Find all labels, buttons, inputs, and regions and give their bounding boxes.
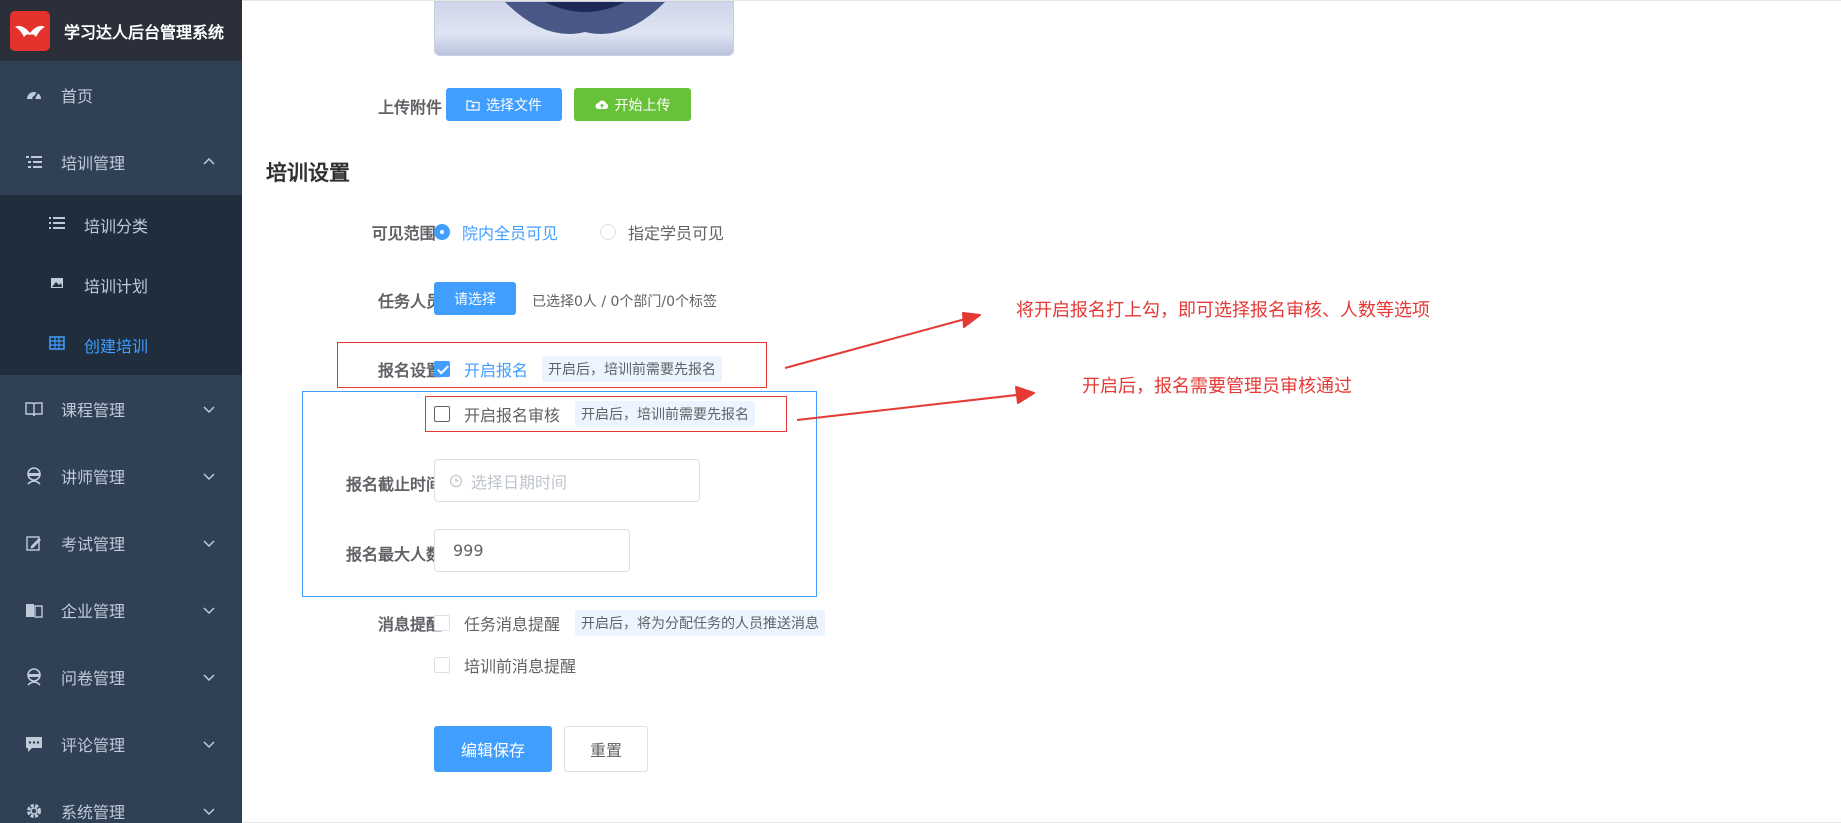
sidebar-item-training-plan[interactable]: 培训计划 [0,255,242,315]
sidebar-item-enterprise[interactable]: 企业管理 [0,576,242,643]
arrow-2 [796,392,1035,421]
sidebar-item-label: 系统管理 [61,802,126,822]
sidebar-item-system[interactable]: 系统管理 [0,777,242,823]
chevron-down-icon [203,807,215,815]
sidebar-item-label: 创建培训 [84,337,149,356]
book-icon [25,400,43,418]
sidebar-item-label: 评论管理 [61,735,126,755]
sidebar-item-surveys[interactable]: 问卷管理 [0,643,242,710]
chevron-down-icon [203,539,215,547]
sidebar-item-label: 问卷管理 [61,668,126,688]
sidebar-item-create-training[interactable]: 创建培训 [0,315,242,375]
sidebar-item-comments[interactable]: 评论管理 [0,710,242,777]
sidebar-item-home[interactable]: 首页 [0,61,242,128]
chevron-down-icon [203,472,215,480]
sidebar-item-lecturers[interactable]: 讲师管理 [0,442,242,509]
annotation-arrows [784,312,1035,421]
sidebar-item-courses[interactable]: 课程管理 [0,375,242,442]
chevron-down-icon [203,740,215,748]
chevron-down-icon [203,673,215,681]
building-icon [25,601,43,619]
table-icon [48,334,66,356]
arrow-1 [784,314,981,369]
image-icon [48,274,66,296]
app-title: 学习达人后台管理系统 [64,22,225,42]
logo-icon [10,10,50,51]
sidebar-item-exams[interactable]: 考试管理 [0,509,242,576]
user-icon [25,466,43,485]
sidebar-item-training-category[interactable]: 培训分类 [0,195,242,255]
edit-icon [25,534,43,552]
sidebar-item-label: 课程管理 [61,400,126,420]
annotation-note-1: 将开启报名打上勾，即可选择报名审核、人数等选项 [1016,300,1430,321]
logo-bar: 学习达人后台管理系统 [0,0,242,61]
training-submenu: 培训分类 培训计划 创建培训 [0,195,242,375]
chevron-up-icon [203,157,215,165]
sidebar-item-training[interactable]: 培训管理 [0,128,242,195]
dashboard-icon [25,86,43,104]
survey-icon [25,667,43,686]
sidebar: 学习达人后台管理系统 首页 培训管理 培训分类 培训计划 创建培训 课程管理 讲… [0,0,242,823]
comment-icon [25,735,43,753]
sidebar-item-label: 考试管理 [61,534,126,554]
sidebar-item-label: 培训分类 [84,217,149,236]
sidebar-item-label: 培训管理 [61,153,126,173]
sidebar-item-label: 首页 [61,86,94,106]
sidebar-item-label: 培训计划 [84,277,149,296]
gear-icon [25,802,43,820]
annotation-note-2: 开启后，报名需要管理员审核通过 [1082,376,1352,397]
arrowhead-2 [1015,386,1035,404]
arrowhead-1 [962,312,981,328]
sidebar-item-label: 讲师管理 [61,467,126,487]
list-icon [25,153,43,171]
sidebar-item-label: 企业管理 [61,601,126,621]
main-content: 上传附件 选择文件 开始上传 培训设置 可见范围: 院内全员可见 指定学员可见 … [242,0,1841,823]
list-icon [48,214,66,236]
chevron-down-icon [203,405,215,413]
chevron-down-icon [203,606,215,614]
